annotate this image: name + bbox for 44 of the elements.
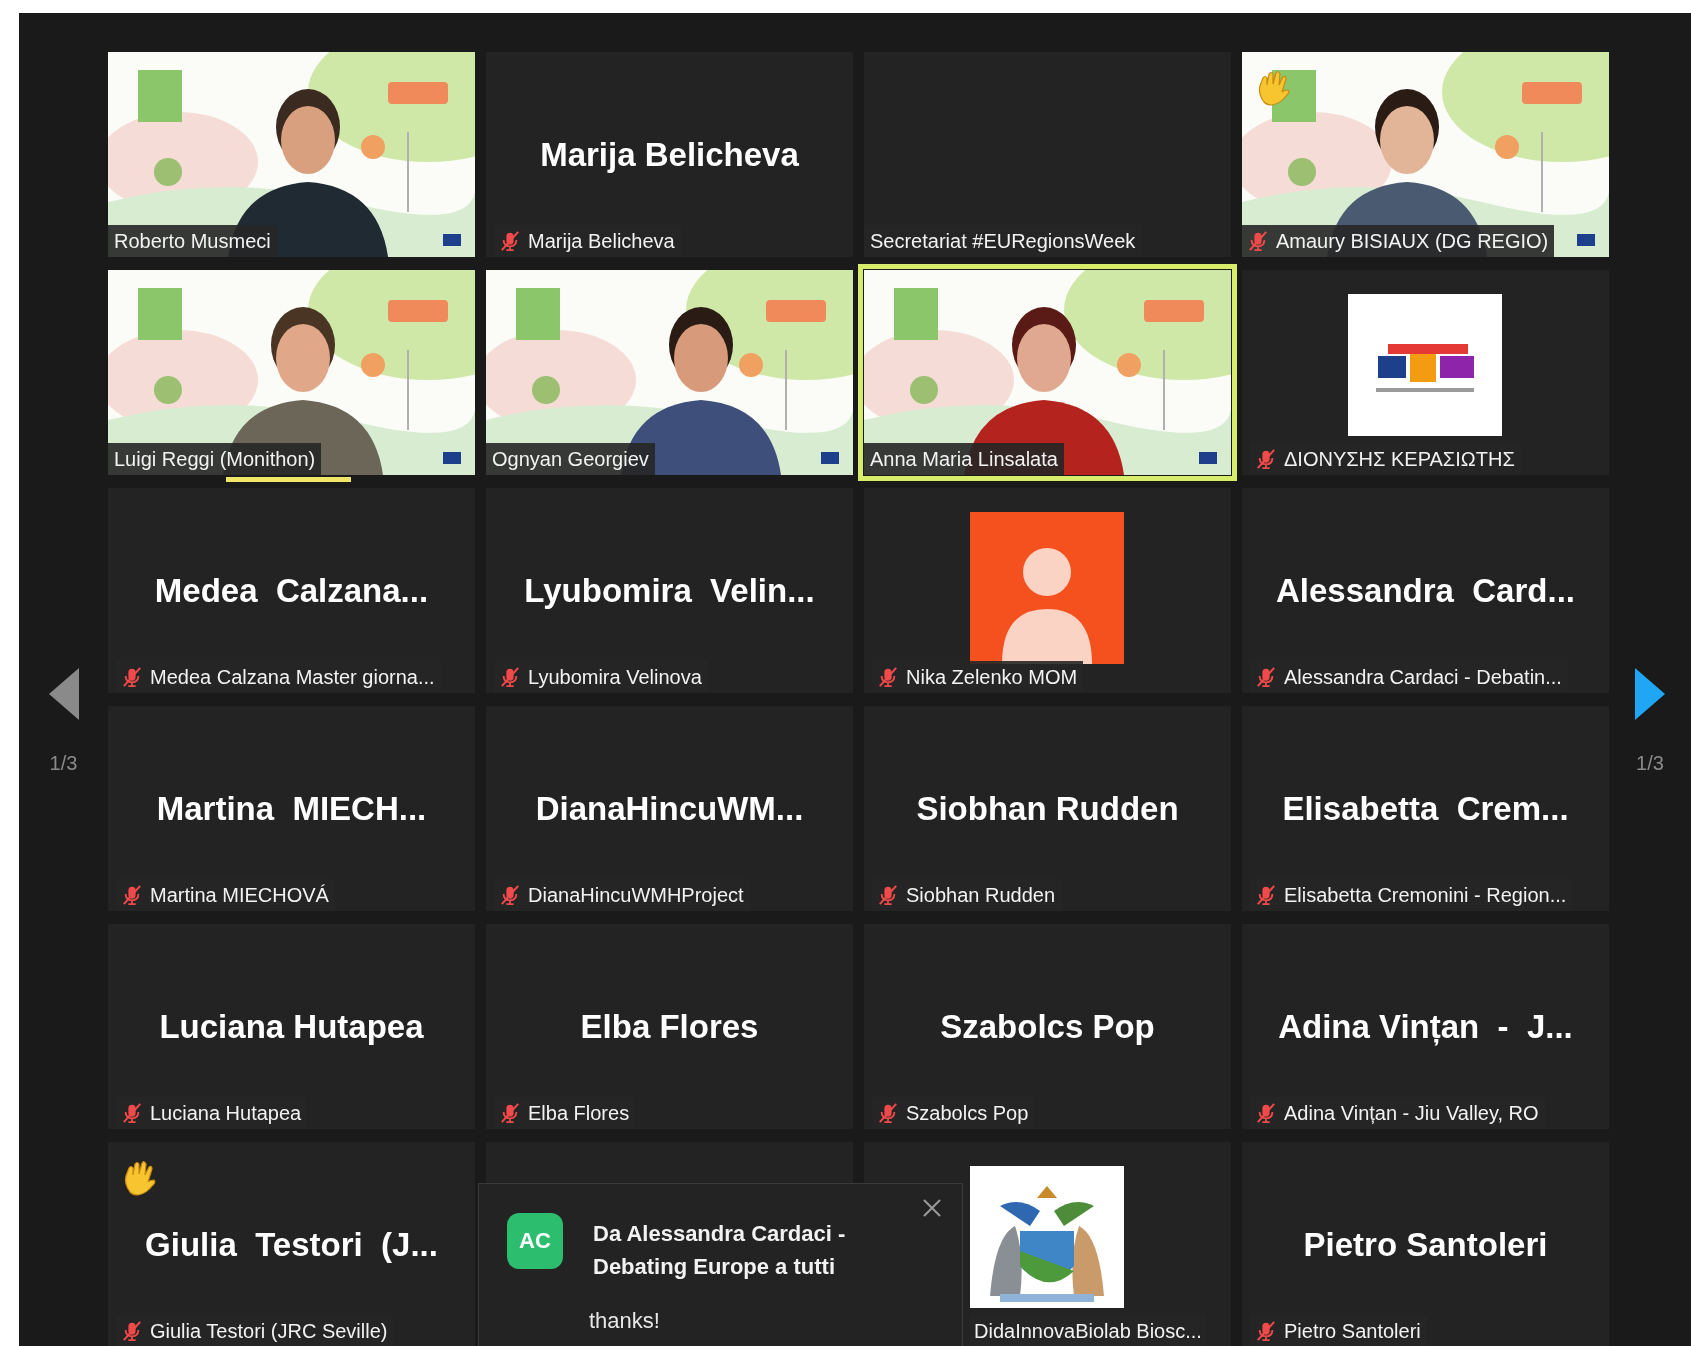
participant-name: Elisabetta Crem... xyxy=(1281,790,1570,828)
participant-name: Siobhan Rudden xyxy=(906,883,1055,907)
participant-name: Anna Maria Linsalata xyxy=(870,447,1058,471)
participant-name: DidaInnovaBiolab Biosc... xyxy=(974,1319,1202,1343)
participant-name: Medea Calzana... xyxy=(153,572,430,610)
participant-name: Secretariat #EURegionsWeek xyxy=(870,229,1136,253)
participant-name: Alessandra Cardaci - Debatin... xyxy=(1284,665,1562,689)
participant-name: Luciana Hutapea xyxy=(158,1008,425,1046)
page-indicator: 1/3 xyxy=(1636,751,1664,775)
participant-name: Szabolcs Pop xyxy=(906,1101,1029,1125)
participant-name: Martina MIECHOVÁ xyxy=(150,883,329,907)
participant-name: Nika Zelenko MOM xyxy=(906,665,1078,689)
participant-name: Marija Belicheva xyxy=(528,229,675,253)
participant-name: Roberto Musmeci xyxy=(114,229,271,253)
participant-name: Szabolcs Pop xyxy=(939,1008,1156,1046)
participant-name: Pietro Santoleri xyxy=(1302,1226,1549,1264)
participant-name: Pietro Santoleri xyxy=(1284,1319,1421,1343)
participant-name: Luigi Reggi (Monithon) xyxy=(114,447,316,471)
participant-name: Ognyan Georgiev xyxy=(492,447,649,471)
participant-name: Adina Vințan - J... xyxy=(1277,1008,1574,1046)
sender-avatar: AC xyxy=(507,1213,563,1269)
participant-name: Medea Calzana Master giorna... xyxy=(150,665,435,689)
participant-name: DianaHincuWM... xyxy=(534,790,805,828)
next-page-button[interactable] xyxy=(1633,665,1667,722)
participant-name: Alessandra Card... xyxy=(1275,572,1576,610)
participant-name: Siobhan Rudden xyxy=(915,790,1180,828)
participant-name: Elba Flores xyxy=(579,1008,760,1046)
participant-name: Giulia Testori (JRC Seville) xyxy=(150,1319,388,1343)
participant-name: Giulia Testori (J... xyxy=(144,1226,439,1264)
participant-name: ΔΙΟΝΥΣΗΣ ΚΕΡΑΣΙΩΤΗΣ xyxy=(1284,447,1515,471)
participant-name: Luciana Hutapea xyxy=(150,1101,302,1125)
participant-name: Adina Vințan - Jiu Valley, RO xyxy=(1284,1101,1539,1125)
participant-name: Elisabetta Cremonini - Region... xyxy=(1284,883,1567,907)
participant-name: Elba Flores xyxy=(528,1101,630,1125)
participant-name: Lyubomira Velin... xyxy=(523,572,816,610)
participant-name: Marija Belicheva xyxy=(539,136,800,174)
participant-name: DianaHincuWMHProject xyxy=(528,883,744,907)
participant-name: Martina MIECH... xyxy=(155,790,428,828)
participant-name: Lyubomira Velinova xyxy=(528,665,702,689)
notification-title: Da Alessandra Cardaci - Debating Europe a tutti xyxy=(593,1220,847,1281)
participant-name: Amaury BISIAUX (DG REGIO) xyxy=(1276,229,1549,253)
chat-notification[interactable]: AC Da Alessandra Cardaci - Debating Europe a tutti thanks! xyxy=(478,1183,963,1346)
page-indicator: 1/3 xyxy=(49,751,78,775)
chat-message: thanks! xyxy=(589,1308,660,1334)
